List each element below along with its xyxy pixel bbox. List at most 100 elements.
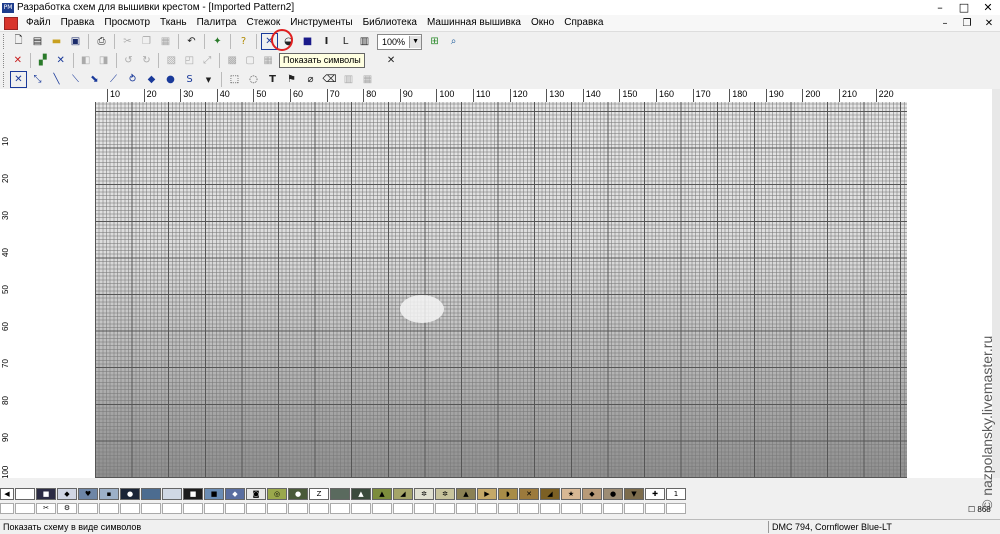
palette-cell[interactable] — [603, 503, 623, 514]
menu-tools[interactable]: Инструменты — [285, 15, 357, 31]
palette-swatch[interactable]: 1 — [666, 488, 686, 500]
toolbar-grip[interactable] — [3, 34, 7, 49]
text-icon[interactable]: I — [318, 33, 335, 50]
palette-cell[interactable] — [183, 503, 203, 514]
minimize-button[interactable]: – — [928, 0, 952, 15]
help-icon[interactable]: ? — [235, 33, 252, 50]
cut-icon[interactable]: ✂ — [119, 33, 136, 50]
maximize-button[interactable]: □ — [952, 0, 976, 15]
palette-cell[interactable] — [288, 503, 308, 514]
rotate-right-icon[interactable]: ↻ — [138, 52, 154, 69]
palette-cell[interactable] — [99, 503, 119, 514]
toolbar-grip[interactable] — [3, 53, 7, 68]
close-button[interactable]: ✕ — [976, 0, 1000, 15]
palette-swatch[interactable]: ◎ — [267, 488, 287, 500]
palette-cell[interactable] — [309, 503, 329, 514]
palette-cell[interactable] — [540, 503, 560, 514]
palette-swatch[interactable]: ◙ — [246, 488, 266, 500]
palette-cell[interactable] — [141, 503, 161, 514]
calculator-icon[interactable]: ▦ — [359, 71, 376, 88]
rotate-left-icon[interactable]: ↺ — [120, 52, 136, 69]
menu-edit[interactable]: Правка — [56, 15, 100, 31]
palette-cell[interactable] — [561, 503, 581, 514]
menu-library[interactable]: Библиотека — [358, 15, 422, 31]
palette-swatch[interactable]: Z — [309, 488, 329, 500]
mdi-minimize-button[interactable]: – — [934, 16, 956, 31]
palette-cell[interactable] — [204, 503, 224, 514]
zoom-select[interactable]: 100% ▼ — [377, 33, 423, 50]
palette-cell[interactable] — [498, 503, 518, 514]
new-file-icon[interactable]: 🗋 — [10, 33, 27, 50]
palette-cell[interactable] — [351, 503, 371, 514]
palette-swatch[interactable]: ▲ — [456, 488, 476, 500]
palette-swatch[interactable]: ▲ — [351, 488, 371, 500]
pattern-canvas[interactable] — [17, 102, 992, 478]
document-icon[interactable] — [4, 16, 18, 30]
paste-icon[interactable]: ▦ — [157, 33, 174, 50]
wizard-icon[interactable]: ✦ — [209, 33, 226, 50]
color-picker-icon[interactable]: ⚑ — [283, 71, 300, 88]
palette-swatch[interactable]: ▶ — [477, 488, 497, 500]
save-icon[interactable]: ▣ — [67, 33, 84, 50]
palette-cell[interactable] — [267, 503, 287, 514]
crop-icon[interactable]: ▧ — [163, 52, 179, 69]
palette-swatch[interactable]: ◢ — [540, 488, 560, 500]
palette-cell[interactable] — [435, 503, 455, 514]
palette-cell[interactable] — [456, 503, 476, 514]
open-folder-icon[interactable]: ▬ — [48, 33, 65, 50]
stretch-icon[interactable]: ⤢ — [199, 52, 215, 69]
delete-icon[interactable]: ✕ — [10, 52, 26, 69]
palette-cell[interactable]: ✂ — [36, 503, 56, 514]
palette-swatch[interactable]: ▪ — [99, 488, 119, 500]
palette-cell[interactable] — [624, 503, 644, 514]
palette-cell[interactable] — [393, 503, 413, 514]
pattern-icon[interactable]: ▦ — [260, 52, 276, 69]
palette-swatch[interactable]: ■ — [36, 488, 56, 500]
rect-select-icon[interactable]: ⬚ — [226, 71, 243, 88]
half-stitch-icon[interactable]: ╲ — [48, 71, 65, 88]
outline-icon[interactable]: ▢ — [242, 52, 258, 69]
lasso-select-icon[interactable]: ◌ — [245, 71, 262, 88]
palette-swatch[interactable] — [162, 488, 182, 500]
palette-cell[interactable] — [414, 503, 434, 514]
palette-swatch[interactable]: ▼ — [624, 488, 644, 500]
french-knot-icon[interactable]: ◆ — [143, 71, 160, 88]
mdi-close-button[interactable]: ✕ — [978, 16, 1000, 31]
palette-swatch[interactable]: ✲ — [435, 488, 455, 500]
menu-fabric[interactable]: Ткань — [155, 15, 192, 31]
chevron-down-icon[interactable]: ▼ — [409, 35, 422, 48]
palette-swatch[interactable]: ● — [120, 488, 140, 500]
palette-swatch[interactable]: ✕ — [519, 488, 539, 500]
palette-swatch[interactable]: ◗ — [498, 488, 518, 500]
palette-cell[interactable] — [120, 503, 140, 514]
palette-swatch[interactable] — [330, 488, 350, 500]
palette-swatch[interactable]: ✚ — [645, 488, 665, 500]
palette-swatch[interactable]: ◆ — [582, 488, 602, 500]
grid-toggle-icon[interactable]: ▥ — [356, 33, 373, 50]
mirror-vertical-icon[interactable]: ◨ — [96, 52, 112, 69]
palette-swatch[interactable]: ▲ — [372, 488, 392, 500]
menu-machine-embroidery[interactable]: Машинная вышивка — [422, 15, 526, 31]
mdi-restore-button[interactable]: ❐ — [956, 16, 978, 31]
palette-cell[interactable] — [666, 503, 686, 514]
palette-cell[interactable] — [78, 503, 98, 514]
three-quarter-stitch-icon[interactable]: ⤡ — [29, 71, 46, 88]
fill-icon[interactable]: ▩ — [224, 52, 240, 69]
palette-swatch[interactable]: ★ — [561, 488, 581, 500]
palette-swatch[interactable]: ● — [288, 488, 308, 500]
quarter-stitch-icon[interactable]: ⟍ — [67, 71, 84, 88]
menu-file[interactable]: Файл — [21, 15, 56, 31]
palette-cell[interactable] — [645, 503, 665, 514]
palette-cell[interactable] — [477, 503, 497, 514]
palette-swatch[interactable]: ◆ — [57, 488, 77, 500]
palette-swatch[interactable]: ■ — [183, 488, 203, 500]
palette-cell[interactable] — [225, 503, 245, 514]
text-tool-icon[interactable]: T — [264, 71, 281, 88]
straight-stitch-icon[interactable]: ⥁ — [124, 71, 141, 88]
palette-swatch[interactable]: ◆ — [225, 488, 245, 500]
color-block-icon[interactable]: ■ — [299, 33, 316, 50]
menu-palette[interactable]: Палитра — [192, 15, 242, 31]
resize-icon[interactable]: ◰ — [181, 52, 197, 69]
fit-window-icon[interactable]: ⊞ — [426, 33, 443, 50]
backstitch-icon[interactable]: ⟋ — [105, 71, 122, 88]
